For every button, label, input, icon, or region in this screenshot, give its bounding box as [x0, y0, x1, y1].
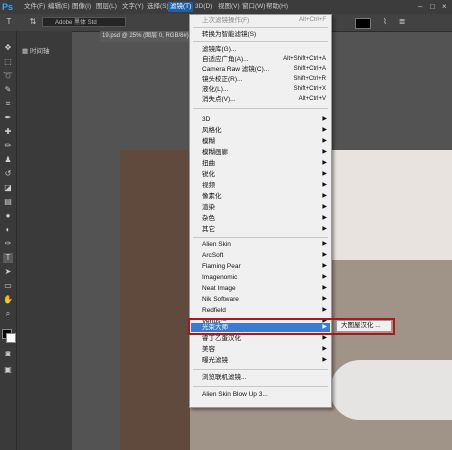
- menu-item-flaming-pear[interactable]: Flaming Pear ▶: [202, 262, 330, 271]
- timeline-panel-button[interactable]: ▦ 时间轴: [22, 45, 49, 55]
- photo-sofa: [330, 360, 452, 420]
- maximize-icon[interactable]: □: [430, 2, 435, 11]
- menu-item-beauty[interactable]: 美容 ▶: [202, 345, 330, 354]
- menu-item-nik-software[interactable]: Nik Software ▶: [202, 295, 330, 304]
- close-icon[interactable]: ×: [442, 2, 447, 11]
- shape-tool-icon[interactable]: ▭: [3, 281, 13, 291]
- menu-item-pixelate[interactable]: 像素化 ▶: [202, 192, 330, 201]
- menu-item-plugin-cn[interactable]: 睿丁乙蛋汉化 ▶: [202, 334, 330, 343]
- menu-divider: [193, 386, 328, 387]
- document-tab[interactable]: 19.psd @ 25% (图层 0, RGB/8#): [100, 31, 197, 42]
- pen-tool-icon[interactable]: ✑: [3, 239, 13, 249]
- menu-item-stylize[interactable]: 风格化 ▶: [202, 126, 330, 135]
- clone-stamp-icon[interactable]: ♟: [3, 155, 13, 165]
- menu-select[interactable]: 选择(S): [145, 2, 171, 12]
- marquee-tool-icon[interactable]: ⬚: [3, 57, 13, 67]
- move-tool-icon[interactable]: ✥: [3, 43, 13, 53]
- menu-bar: Ps 文件(F) 编辑(E) 图像(I) 图层(L) 文字(Y) 选择(S) 滤…: [0, 0, 452, 14]
- menu-item-alien-skin[interactable]: Alien Skin ▶: [202, 240, 330, 249]
- menu-item-3d[interactable]: 3D ▶: [202, 115, 330, 124]
- menu-divider: [193, 27, 328, 28]
- menu-divider: [193, 41, 328, 42]
- menu-item-lens-correction[interactable]: 镜头校正(R)... Shift+Ctrl+R: [202, 75, 330, 84]
- timeline-label: 时间轴: [29, 48, 50, 55]
- menu-item-camera-raw[interactable]: Camera Raw 滤镜(C)... Shift+Ctrl+A: [202, 65, 330, 74]
- menu-item-browse-online[interactable]: 浏览联机滤镜...: [202, 373, 330, 382]
- menu-item-render[interactable]: 渲染 ▶: [202, 203, 330, 212]
- menu-type[interactable]: 文字(Y): [120, 2, 146, 12]
- timeline-icon: ▦: [22, 48, 30, 55]
- hand-tool-icon[interactable]: ✋: [3, 295, 13, 305]
- warp-text-icon[interactable]: ⌇: [380, 17, 390, 27]
- menu-layer[interactable]: 图层(L): [94, 2, 119, 12]
- photo-wood-wall: [120, 150, 190, 450]
- gradient-icon[interactable]: ▤: [3, 197, 13, 207]
- path-select-icon[interactable]: ➤: [3, 267, 13, 277]
- crop-tool-icon[interactable]: ⌗: [3, 99, 13, 109]
- menu-3d[interactable]: 3D(D): [193, 2, 214, 12]
- menu-file[interactable]: 文件(F): [22, 2, 47, 12]
- menu-item-blow-up[interactable]: Alien Skin Blow Up 3...: [202, 390, 330, 399]
- blur-tool-icon[interactable]: ●: [3, 211, 13, 221]
- font-family-input[interactable]: Adobe 黑体 Std: [42, 17, 126, 27]
- menu-item-sharpen[interactable]: 锐化 ▶: [202, 170, 330, 179]
- menu-divider: [193, 369, 328, 370]
- menu-item-imagenomic[interactable]: Imagenomic ▶: [202, 273, 330, 282]
- menu-item-adaptive-wide-angle[interactable]: 自适应广角(A)... Alt+Shift+Ctrl+A: [202, 55, 330, 64]
- healing-brush-icon[interactable]: ✚: [3, 127, 13, 137]
- menu-item-neat-image[interactable]: Neat Image ▶: [202, 284, 330, 293]
- menu-help[interactable]: 帮助(H): [264, 2, 290, 12]
- zoom-tool-icon[interactable]: ⌕: [3, 309, 13, 319]
- menu-item-video[interactable]: 视频 ▶: [202, 181, 330, 190]
- text-color-swatch[interactable]: [355, 18, 371, 29]
- menu-edit[interactable]: 编辑(E): [46, 2, 72, 12]
- dodge-tool-icon[interactable]: ◐: [3, 225, 13, 235]
- menu-item-distort[interactable]: 扭曲 ▶: [202, 159, 330, 168]
- menu-filter[interactable]: 滤镜(T): [168, 2, 194, 12]
- text-orientation-icon[interactable]: ⇅: [28, 17, 38, 27]
- character-panel-icon[interactable]: ≣: [397, 17, 407, 27]
- eyedropper-icon[interactable]: ✒: [3, 113, 13, 123]
- eraser-icon[interactable]: ◪: [3, 183, 13, 193]
- tools-panel: ✥ ⬚ ➰ ✎ ⌗ ✒ ✚ ✏ ♟ ↺ ◪ ▤ ● ◐ ✑ T ➤ ▭ ✋ ⌕ …: [0, 31, 17, 450]
- background-color-swatch[interactable]: [6, 333, 16, 343]
- quick-select-icon[interactable]: ✎: [3, 85, 13, 95]
- menu-item-arcsoft[interactable]: ArcSoft ▶: [202, 251, 330, 260]
- history-brush-icon[interactable]: ↺: [3, 169, 13, 179]
- menu-item-vanishing-point[interactable]: 消失点(V)... Alt+Ctrl+V: [202, 95, 330, 104]
- quick-mask-icon[interactable]: ◙: [3, 349, 13, 359]
- lasso-tool-icon[interactable]: ➰: [3, 71, 13, 81]
- menu-item-filter-gallery[interactable]: 滤镜库(G)...: [202, 45, 330, 54]
- filter-dropdown-menu: 上次滤镜操作(F) Alt+Ctrl+F 转换为智能滤镜(S) 滤镜库(G)...…: [189, 14, 332, 408]
- type-tool-icon[interactable]: T: [3, 253, 13, 263]
- minimize-icon[interactable]: –: [418, 2, 422, 11]
- menu-item-noise[interactable]: 杂色 ▶: [202, 214, 330, 223]
- screen-mode-icon[interactable]: ▣: [3, 365, 13, 375]
- menu-item-other[interactable]: 其它 ▶: [202, 225, 330, 234]
- menu-item-blur-gallery[interactable]: 模糊画廊 ▶: [202, 148, 330, 157]
- annotation-highlight-box: [188, 318, 395, 335]
- brush-tool-icon[interactable]: ✏: [3, 141, 13, 151]
- menu-item-liquify[interactable]: 液化(L)... Shift+Ctrl+X: [202, 85, 330, 94]
- menu-divider: [193, 108, 328, 109]
- photoshop-logo: Ps: [2, 2, 14, 12]
- menu-view[interactable]: 视图(V): [216, 2, 242, 12]
- menu-item-last-filter[interactable]: 上次滤镜操作(F) Alt+Ctrl+F: [202, 16, 330, 25]
- menu-divider: [193, 237, 328, 238]
- menu-item-exposure[interactable]: 曝光滤镜 ▶: [202, 356, 330, 365]
- collapsed-panel-strip: [17, 31, 72, 450]
- type-tool-preset-icon[interactable]: T: [4, 17, 14, 27]
- menu-image[interactable]: 图像(I): [70, 2, 93, 12]
- menu-item-convert-smart-filter[interactable]: 转换为智能滤镜(S): [202, 30, 330, 39]
- menu-item-blur[interactable]: 模糊 ▶: [202, 137, 330, 146]
- menu-item-redfield[interactable]: Redfield ▶: [202, 306, 330, 315]
